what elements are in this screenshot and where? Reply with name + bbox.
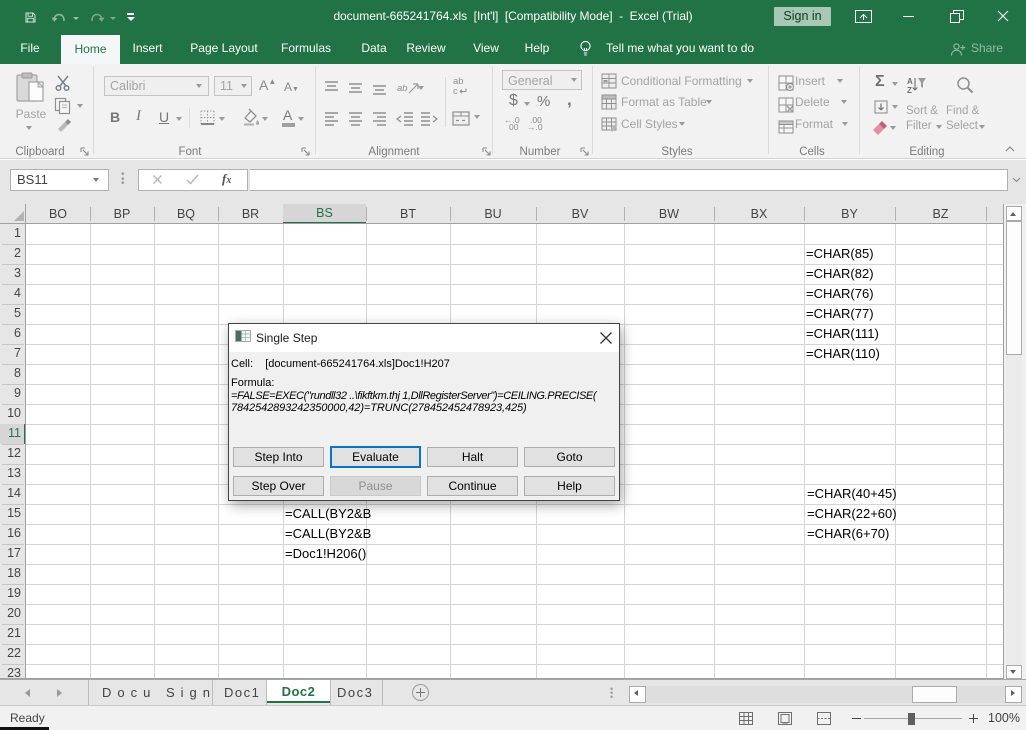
svg-text:c: c: [453, 86, 458, 96]
svg-text:A: A: [907, 77, 913, 86]
svg-text:ab: ab: [397, 83, 408, 94]
svg-text:Z: Z: [907, 86, 912, 94]
